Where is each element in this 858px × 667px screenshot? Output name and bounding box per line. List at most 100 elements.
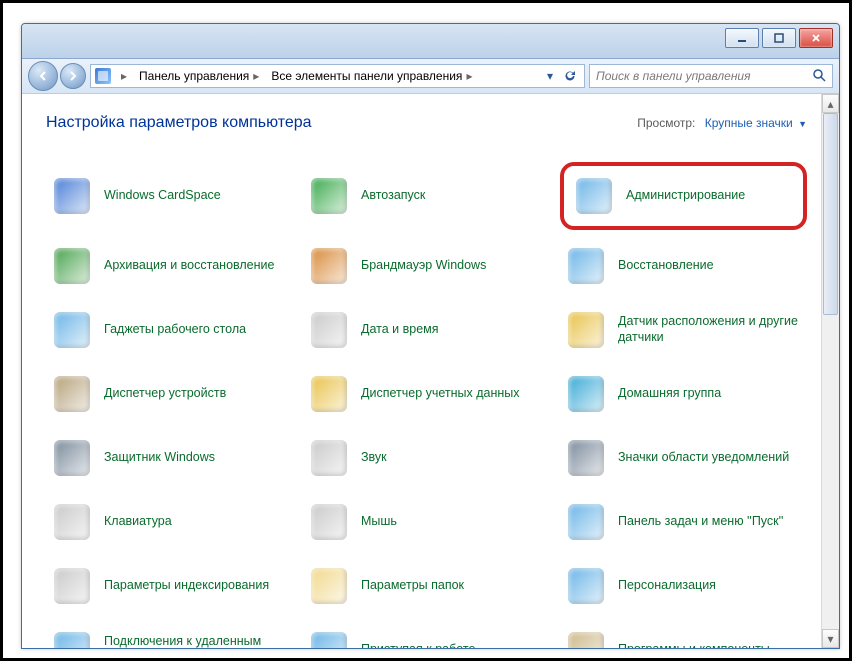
view-selector[interactable]: Просмотр: Крупные значки ▼ xyxy=(637,116,807,130)
cp-item-label[interactable]: Мышь xyxy=(361,514,397,530)
cp-item-label[interactable]: Программы и компоненты xyxy=(618,642,770,648)
cp-item-folderopts[interactable]: Параметры папок xyxy=(303,558,550,614)
cp-item-label[interactable]: Подключения к удаленным рабочим xyxy=(104,634,287,648)
control-panel-icon xyxy=(95,68,111,84)
cp-item-notify[interactable]: Значки области уведомлений xyxy=(560,430,807,486)
getstarted-icon xyxy=(309,630,349,648)
cp-item-label[interactable]: Защитник Windows xyxy=(104,450,215,466)
cp-item-credmgr[interactable]: Диспетчер учетных данных xyxy=(303,366,550,422)
cp-item-admin[interactable]: Администрирование xyxy=(568,168,799,224)
cp-item-getstarted[interactable]: Приступая к работе xyxy=(303,622,550,648)
mouse-icon xyxy=(309,502,349,542)
cp-item-sound[interactable]: Звук xyxy=(303,430,550,486)
cp-item-firewall[interactable]: Брандмауэр Windows xyxy=(303,238,550,294)
cp-item-label[interactable]: Windows CardSpace xyxy=(104,188,221,204)
gadgets-icon xyxy=(52,310,92,350)
maximize-button[interactable] xyxy=(762,28,796,48)
refresh-icon[interactable] xyxy=(562,68,578,84)
cp-item-rdp[interactable]: Подключения к удаленным рабочим xyxy=(46,622,293,648)
homegroup-icon xyxy=(566,374,606,414)
folderopts-icon xyxy=(309,566,349,606)
content-header: Настройка параметров компьютера Просмотр… xyxy=(46,114,807,132)
minimize-button[interactable] xyxy=(725,28,759,48)
cardspace-icon xyxy=(52,176,92,216)
highlighted-item: Администрирование xyxy=(560,162,807,230)
search-icon xyxy=(812,68,826,85)
cp-item-keyboard[interactable]: Клавиатура xyxy=(46,494,293,550)
cp-item-recovery[interactable]: Восстановление xyxy=(560,238,807,294)
backup-icon xyxy=(52,246,92,286)
cp-item-label[interactable]: Параметры индексирования xyxy=(104,578,269,594)
dropdown-icon[interactable]: ▾ xyxy=(542,68,558,84)
search-input[interactable]: Поиск в панели управления xyxy=(589,64,833,88)
cp-item-sensor[interactable]: Датчик расположения и другие датчики xyxy=(560,302,807,358)
taskbar-icon xyxy=(566,502,606,542)
breadcrumb-seg[interactable]: Панель управления▸ xyxy=(135,65,263,87)
cp-item-label[interactable]: Брандмауэр Windows xyxy=(361,258,486,274)
scroll-up-button[interactable]: ▴ xyxy=(822,94,839,113)
cp-item-label[interactable]: Архивация и восстановление xyxy=(104,258,274,274)
cp-item-label[interactable]: Гаджеты рабочего стола xyxy=(104,322,246,338)
cp-item-programs[interactable]: Программы и компоненты xyxy=(560,622,807,648)
cp-item-datetime[interactable]: Дата и время xyxy=(303,302,550,358)
cp-item-label[interactable]: Дата и время xyxy=(361,322,439,338)
control-panel-window: ▸ Панель управления▸ Все элементы панели… xyxy=(21,23,840,649)
cp-item-mouse[interactable]: Мышь xyxy=(303,494,550,550)
cp-item-autoplay[interactable]: Автозапуск xyxy=(303,162,550,230)
cp-item-indexing[interactable]: Параметры индексирования xyxy=(46,558,293,614)
search-placeholder: Поиск в панели управления xyxy=(596,69,751,83)
cp-item-label[interactable]: Клавиатура xyxy=(104,514,172,530)
back-button[interactable] xyxy=(28,61,58,91)
nav-buttons xyxy=(28,61,86,91)
address-bar[interactable]: ▸ Панель управления▸ Все элементы панели… xyxy=(90,64,585,88)
datetime-icon xyxy=(309,310,349,350)
cp-item-label[interactable]: Диспетчер учетных данных xyxy=(361,386,520,402)
cp-item-label[interactable]: Домашняя группа xyxy=(618,386,721,402)
breadcrumb-seg[interactable]: Все элементы панели управления▸ xyxy=(267,65,476,87)
autoplay-icon xyxy=(309,176,349,216)
cp-item-label[interactable]: Персонализация xyxy=(618,578,716,594)
scroll-down-button[interactable]: ▾ xyxy=(822,629,839,648)
breadcrumb-seg[interactable]: ▸ xyxy=(115,65,131,87)
cp-item-backup[interactable]: Архивация и восстановление xyxy=(46,238,293,294)
defender-icon xyxy=(52,438,92,478)
firewall-icon xyxy=(309,246,349,286)
cp-item-devicemgr[interactable]: Диспетчер устройств xyxy=(46,366,293,422)
rdp-icon xyxy=(52,630,92,648)
sound-icon xyxy=(309,438,349,478)
navigation-bar: ▸ Панель управления▸ Все элементы панели… xyxy=(22,59,839,94)
content-area: Настройка параметров компьютера Просмотр… xyxy=(22,94,821,648)
recovery-icon xyxy=(566,246,606,286)
cp-item-label[interactable]: Восстановление xyxy=(618,258,714,274)
cp-item-label[interactable]: Параметры папок xyxy=(361,578,464,594)
title-bar xyxy=(22,24,839,59)
personalize-icon xyxy=(566,566,606,606)
vertical-scrollbar[interactable]: ▴ ▾ xyxy=(821,94,839,648)
cp-item-label[interactable]: Приступая к работе xyxy=(361,642,475,648)
scrollbar-thumb[interactable] xyxy=(823,113,838,315)
cp-item-label[interactable]: Администрирование xyxy=(626,188,745,204)
forward-button[interactable] xyxy=(60,63,86,89)
cp-item-label[interactable]: Автозапуск xyxy=(361,188,425,204)
page-title: Настройка параметров компьютера xyxy=(46,114,312,132)
cp-item-cardspace[interactable]: Windows CardSpace xyxy=(46,162,293,230)
cp-item-label[interactable]: Значки области уведомлений xyxy=(618,450,789,466)
cp-item-label[interactable]: Звук xyxy=(361,450,387,466)
cp-item-personalize[interactable]: Персонализация xyxy=(560,558,807,614)
keyboard-icon xyxy=(52,502,92,542)
cp-item-taskbar[interactable]: Панель задач и меню ''Пуск'' xyxy=(560,494,807,550)
credmgr-icon xyxy=(309,374,349,414)
items-grid: Windows CardSpace Автозапуск Администриров… xyxy=(46,162,807,648)
cp-item-label[interactable]: Панель задач и меню ''Пуск'' xyxy=(618,514,783,530)
cp-item-defender[interactable]: Защитник Windows xyxy=(46,430,293,486)
programs-icon xyxy=(566,630,606,648)
cp-item-homegroup[interactable]: Домашняя группа xyxy=(560,366,807,422)
indexing-icon xyxy=(52,566,92,606)
admin-icon xyxy=(574,176,614,216)
close-button[interactable] xyxy=(799,28,833,48)
cp-item-label[interactable]: Датчик расположения и другие датчики xyxy=(618,314,801,345)
cp-item-label[interactable]: Диспетчер устройств xyxy=(104,386,226,402)
sensor-icon xyxy=(566,310,606,350)
cp-item-gadgets[interactable]: Гаджеты рабочего стола xyxy=(46,302,293,358)
screenshot-frame: ▸ Панель управления▸ Все элементы панели… xyxy=(0,0,852,661)
